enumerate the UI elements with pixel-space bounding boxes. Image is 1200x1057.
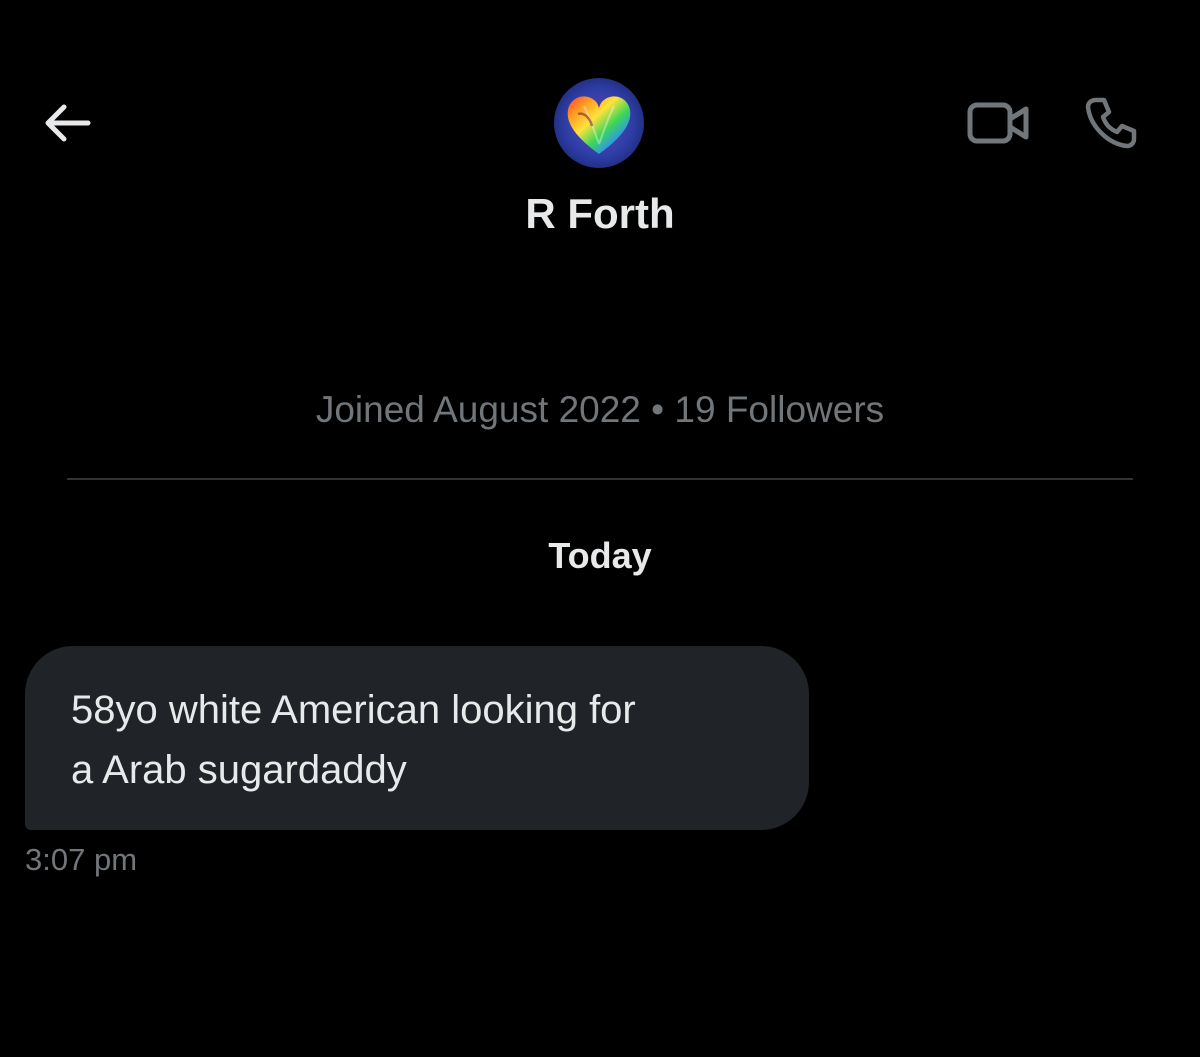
- message-text-line: a Arab sugardaddy: [71, 748, 407, 792]
- video-camera-icon: [966, 99, 1032, 152]
- voice-call-button[interactable]: [1080, 92, 1144, 156]
- phone-icon: [1084, 94, 1140, 155]
- message-bubble[interactable]: 58yo white American looking for a Arab s…: [25, 646, 809, 830]
- video-call-button[interactable]: [962, 96, 1036, 154]
- message-timestamp: 3:07 pm: [25, 842, 138, 877]
- back-button[interactable]: [38, 96, 96, 154]
- date-separator: Today: [548, 535, 652, 576]
- conversation-name[interactable]: R Forth: [0, 186, 1200, 242]
- profile-meta: Joined August 2022 • 19 Followers: [315, 389, 885, 430]
- message-text-line: 58yo white American looking for: [71, 688, 636, 732]
- arrow-left-icon: [40, 103, 94, 148]
- avatar[interactable]: [554, 78, 644, 168]
- rainbow-heart-avatar-icon: [554, 78, 644, 168]
- divider: [67, 478, 1133, 480]
